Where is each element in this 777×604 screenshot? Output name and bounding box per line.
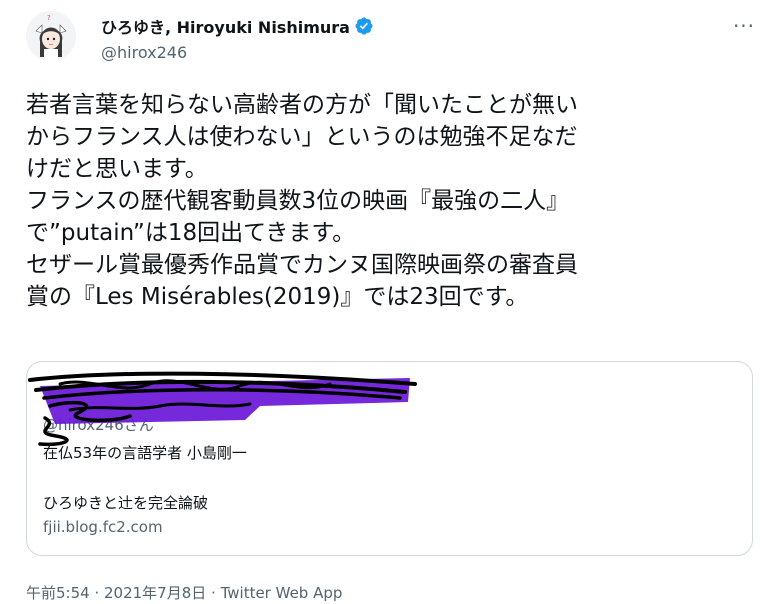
card-title: 在仏53年の言語学者 小島剛一 xyxy=(43,444,247,462)
tweet-source[interactable]: Twitter Web App xyxy=(221,584,343,602)
card-domain: fjii.blog.fc2.com xyxy=(43,518,163,536)
card-quoted-handle: @hirox246さん xyxy=(43,416,154,434)
tweet-text-line: フランスの歴代観客動員数3位の映画『最強の二人』 xyxy=(26,188,570,214)
meta-separator: · xyxy=(89,584,104,602)
tweet-text-line: セザール賞最優秀作品賞でカンヌ国際映画祭の審査員 xyxy=(26,252,578,278)
author-handle[interactable]: @hirox246 xyxy=(101,43,187,62)
tweet-text-line: 賞の『Les Misérables(2019)』では23回です。 xyxy=(26,284,529,310)
tweet-time[interactable]: 午前5:54 xyxy=(26,584,90,602)
svg-text:?: ? xyxy=(47,14,51,22)
author-display-name[interactable]: ひろゆき, Hiroyuki Nishimura xyxy=(101,14,350,38)
tweet-text-line: からフランス人は使わない」というのは勉強不足なだ xyxy=(26,124,578,150)
tweet-text-line: で”putain”は18回出てきます。 xyxy=(26,220,356,246)
tweet-text-line: けだと思います。 xyxy=(26,156,208,182)
tweet-text-line: 若者言葉を知らない高齢者の方が「聞いたことが無い xyxy=(26,92,578,118)
tweet-date[interactable]: 2021年7月8日 xyxy=(104,584,206,602)
avatar-illustration: ? xyxy=(26,11,76,61)
link-preview-card[interactable]: @hirox246さん 在仏53年の言語学者 小島剛一 ひろゆきと辻を完全論破 … xyxy=(26,361,753,556)
verified-badge-icon xyxy=(354,16,374,36)
author-name-row[interactable]: ひろゆき, Hiroyuki Nishimura xyxy=(101,14,374,38)
avatar[interactable]: ? xyxy=(26,11,76,61)
more-options-icon[interactable]: ··· xyxy=(729,14,759,38)
card-description: ひろゆきと辻を完全論破 xyxy=(43,494,209,512)
meta-separator: · xyxy=(206,584,221,602)
tweet-metadata: 午前5:54 · 2021年7月8日 · Twitter Web App xyxy=(26,582,342,603)
tweet-text: 若者言葉を知らない高齢者の方が「聞いたことが無い からフランス人は使わない」とい… xyxy=(26,89,766,313)
